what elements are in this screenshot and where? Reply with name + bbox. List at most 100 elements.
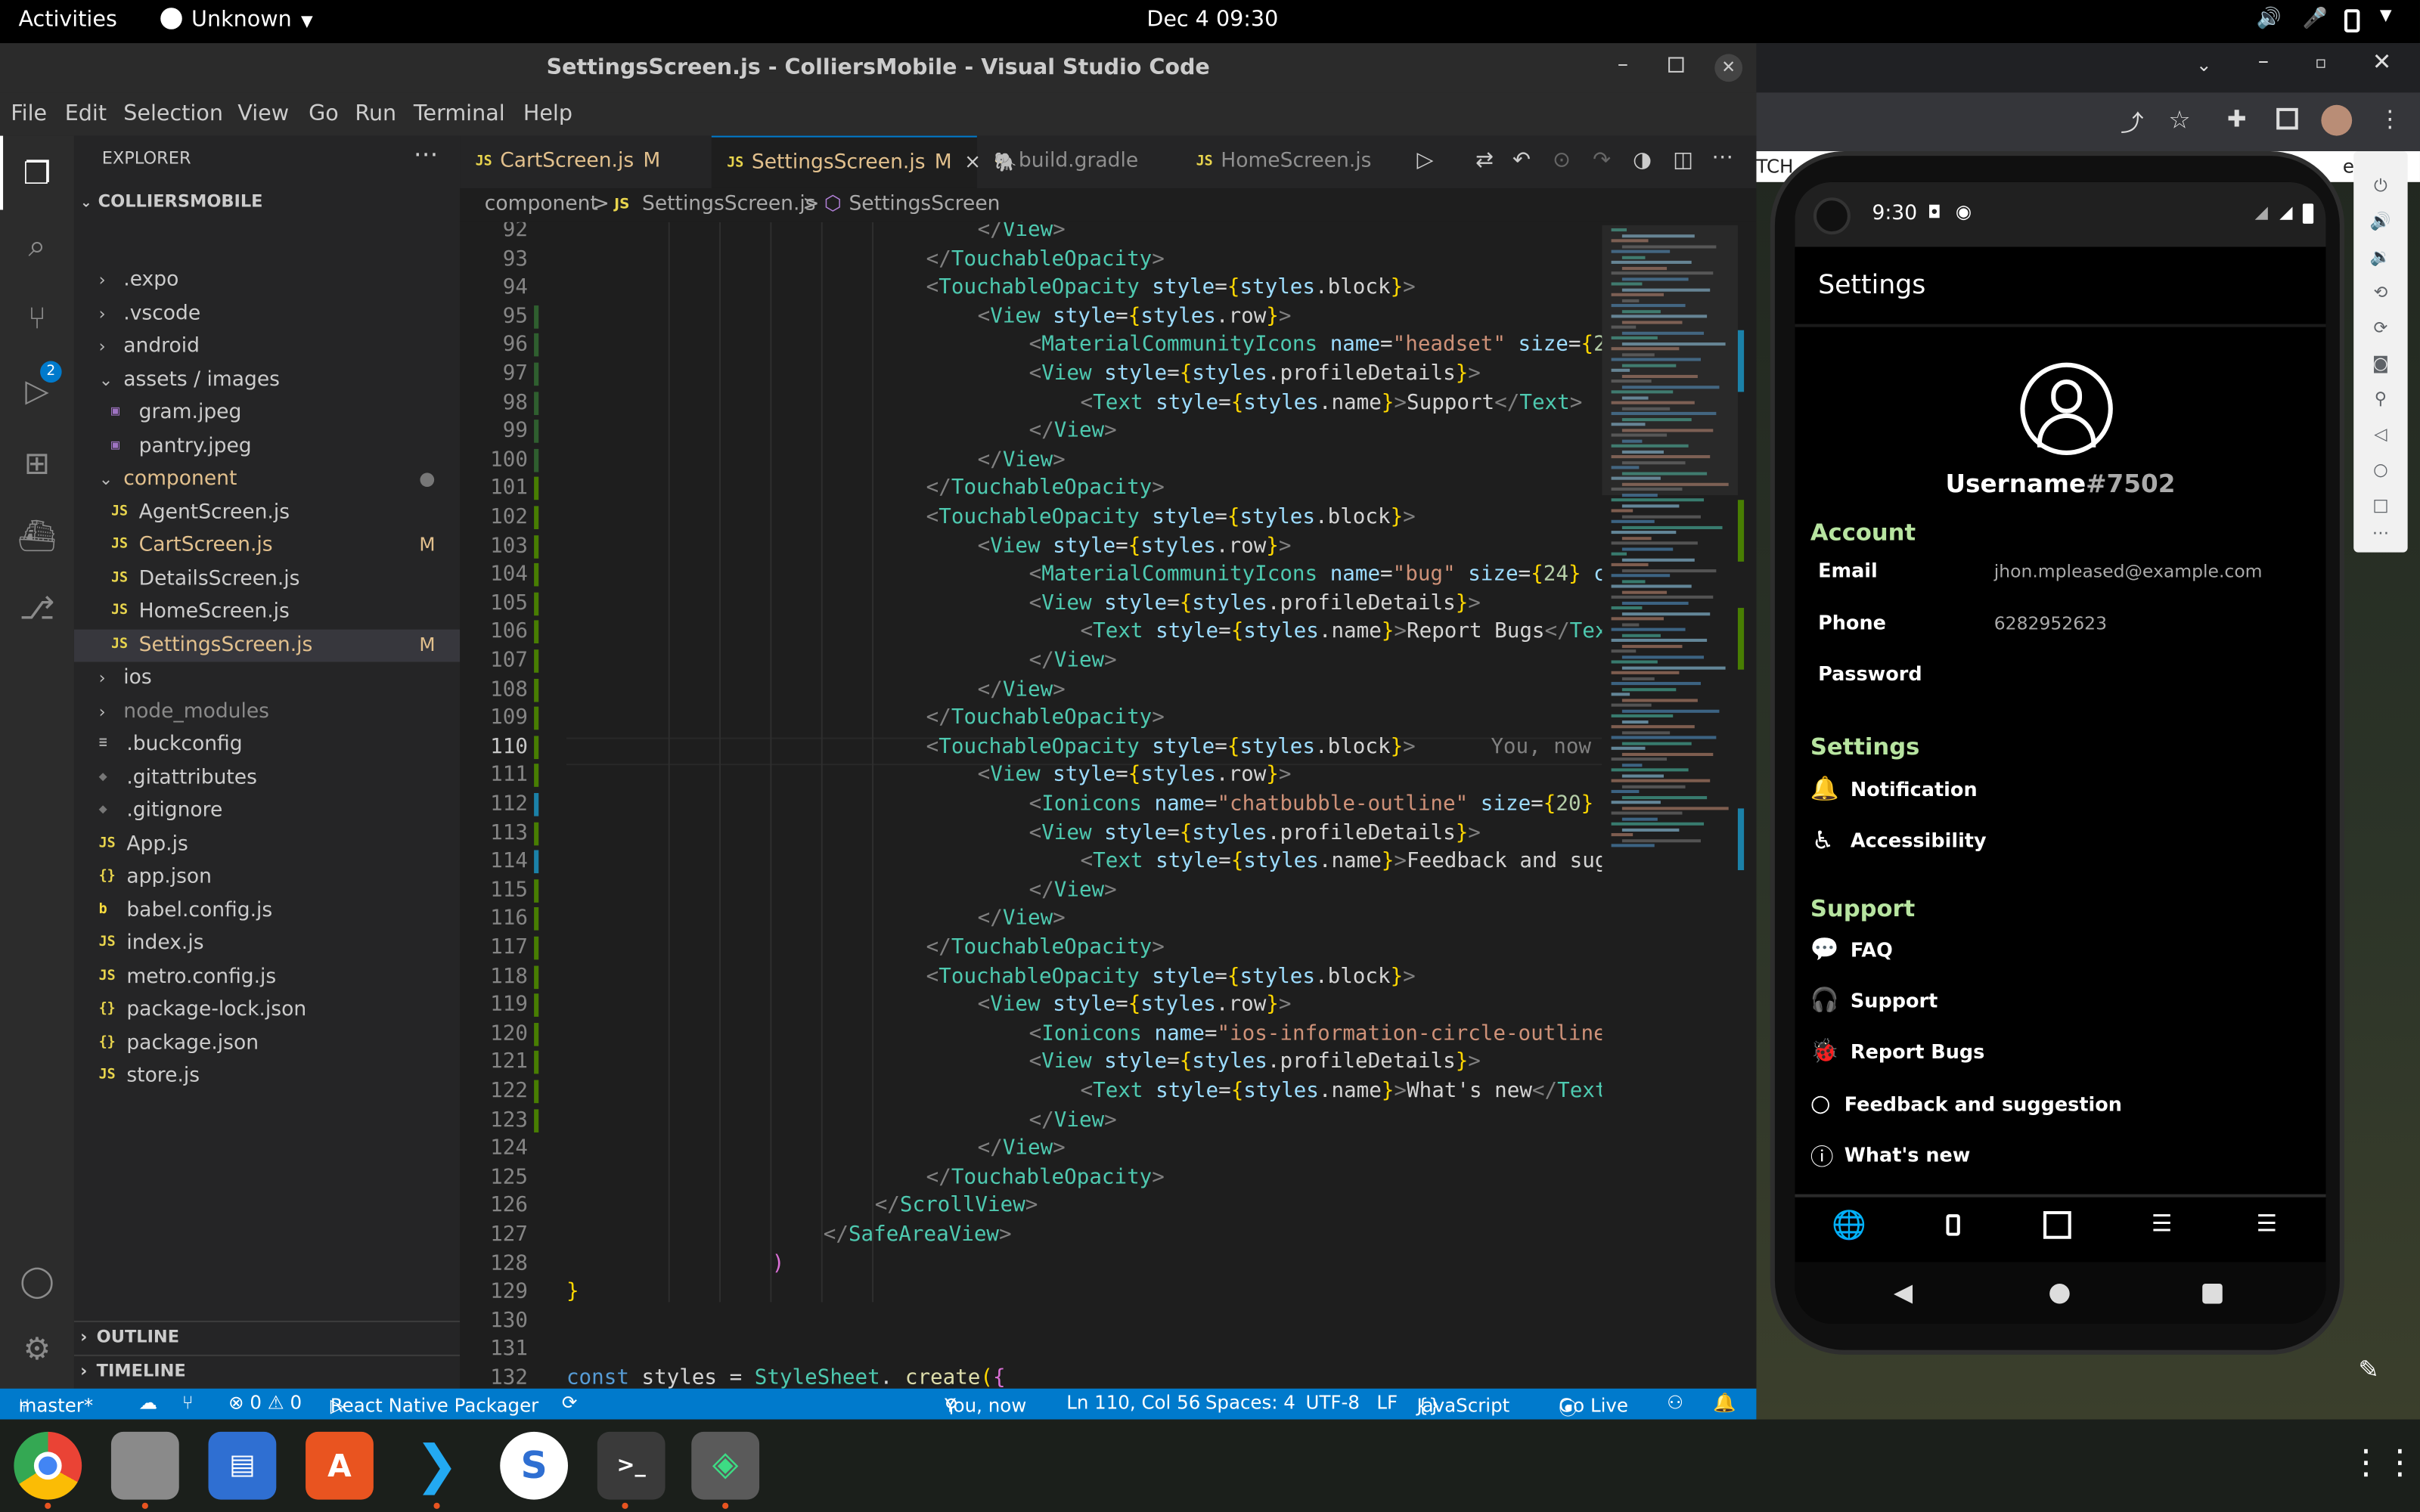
explorer-icon[interactable]: ❐ [15,151,58,194]
app-menu[interactable]: Unknown ▼ [160,8,313,33]
more-actions-icon[interactable]: ⋯ [1711,145,1733,170]
menu-view[interactable]: View [237,102,289,127]
tree-file[interactable]: b babel.config.js [74,894,460,927]
tree-folder[interactable]: › .expo [74,264,460,296]
restore-icon[interactable]: ▫ [2315,52,2326,73]
terminal-icon[interactable]: >_ [597,1431,666,1500]
fullscreen-icon[interactable] [2043,1211,2071,1239]
volume-down-icon[interactable]: 🔉 [2353,247,2407,268]
tree-file[interactable]: JS metro.config.js [74,960,460,993]
code-editor[interactable]: 92 </View> 93 </TouchableOpacity> 94 <Touchab… [460,222,1602,1389]
split-editor-icon[interactable]: ◫ [1673,148,1693,173]
software-center-icon[interactable]: A [306,1431,374,1500]
close-icon[interactable]: ✕ [2372,48,2392,76]
tree-folder[interactable]: › .vscode [74,297,460,330]
tree-folder[interactable]: ⌄ component ● [74,463,460,495]
minimize-icon[interactable]: – [2258,49,2269,74]
support-item-support[interactable]: 🎧 Support [1810,986,2304,1023]
minimap-viewport[interactable] [1602,225,1738,496]
tab-homescreen-js[interactable]: JS HomeScreen.js [1181,136,1381,188]
compare-changes-icon[interactable]: ⇄ [1475,148,1494,173]
tree-folder[interactable]: › android [74,330,460,363]
writer-icon[interactable]: ▤ [208,1431,277,1500]
feedback-icon[interactable]: ⚇ [1667,1392,1683,1414]
menu-go[interactable]: Go [309,102,339,127]
tree-file[interactable]: ◆ .gitattributes [74,761,460,794]
tree-file[interactable]: JS index.js [74,928,460,960]
tree-folder[interactable]: › ios [74,662,460,695]
tab-cartscreen-js[interactable]: JS CartScreen.js M [460,136,710,188]
menu-file[interactable]: File [11,102,47,127]
more-menu-icon[interactable]: ⋮ [2378,105,2402,133]
checklist-icon[interactable]: ☰ [2257,1210,2277,1238]
tree-file[interactable]: {} app.json [74,861,460,894]
home-icon[interactable]: ○ [2353,460,2407,480]
tab-settingsscreen-js[interactable]: JS SettingsScreen.js M × [711,135,981,188]
activities-button[interactable]: Activities [18,8,116,33]
show-apps-icon[interactable]: ⋮⋮ [2349,1444,2417,1483]
timeline-section[interactable]: › TIMELINE [80,1361,186,1381]
extensions-icon[interactable]: ⊞ [15,442,58,485]
overview-icon[interactable]: □ [2353,495,2407,516]
outline-section[interactable]: › OUTLINE [80,1327,179,1347]
home-icon[interactable] [2049,1283,2070,1304]
pencil-icon[interactable]: ✎ [2358,1355,2378,1384]
support-item-what-s-new[interactable]: ⓘ What's new [1810,1140,2304,1177]
breadcrumb-symbol[interactable]: SettingsScreen [849,188,1000,222]
side-panel-icon[interactable] [2276,107,2298,130]
project-header[interactable]: ⌄ COLLIERSMOBILE [80,191,262,212]
vscode-icon[interactable]: ❯ [403,1432,471,1500]
run-debug-icon[interactable]: ▷ [15,369,58,412]
tab-list-chevron-icon[interactable]: ⌄ [2196,54,2212,76]
timeline-icon[interactable]: ◑ [1633,148,1652,173]
maximize-icon[interactable] [1668,57,1684,73]
back-icon[interactable]: ◀ [1894,1278,1913,1307]
tree-file[interactable]: JS store.js [74,1060,460,1092]
battery-icon[interactable] [2344,9,2360,33]
tree-file[interactable]: JS SettingsScreen.js M [73,628,461,662]
tree-file[interactable]: JS AgentScreen.js [74,496,460,528]
rotate-right-icon[interactable]: ⟳ [2353,318,2407,338]
rotate-left-icon[interactable]: ⟲ [2353,282,2407,302]
simplenote-icon[interactable]: S [500,1431,569,1500]
sync-icon[interactable]: ☁ [139,1392,157,1414]
tree-folder[interactable]: ⌄ assets / images [74,364,460,396]
indentation[interactable]: Spaces: 4 [1205,1392,1295,1414]
menu-run[interactable]: Run [355,102,396,127]
support-item-feedback-and-suggestion[interactable]: ○ Feedback and suggestion [1810,1089,2304,1126]
share-icon[interactable]: ⤴ [2121,107,2144,139]
avatar[interactable] [2020,362,2113,456]
zoom-icon[interactable]: ⚲ [2353,389,2407,409]
menu-edit[interactable]: Edit [65,102,107,127]
system-menu-chevron-icon[interactable]: ▼ [2380,8,2392,24]
volume-icon[interactable]: 🔊 [2257,8,2282,31]
recents-icon[interactable] [2202,1283,2223,1304]
go-to-change-icon[interactable]: ⊙ [1553,148,1571,173]
device-icon[interactable] [1946,1214,1960,1236]
tab-build-gradle[interactable]: 🐘 build.gradle [979,136,1179,188]
checklist-icon[interactable]: ☰ [2152,1210,2172,1238]
tree-file[interactable]: JS DetailsScreen.js [74,562,460,595]
encoding[interactable]: UTF-8 [1306,1392,1360,1414]
minimap[interactable] [1602,222,1757,1389]
menu-help[interactable]: Help [523,102,572,127]
settings-item-accessibility[interactable]: ♿ Accessibility [1810,826,2304,863]
refresh-icon[interactable]: ⟳ [562,1392,578,1414]
line-ending[interactable]: LF [1376,1392,1398,1414]
bell-icon[interactable]: 🔔 [1713,1392,1736,1414]
tree-file[interactable]: ▣ pantry.jpeg [74,429,460,462]
account-field-password[interactable]: Password [1818,662,2312,696]
previous-change-icon[interactable]: ↶ [1512,148,1531,173]
chrome-icon[interactable] [14,1431,82,1500]
git-graph-icon[interactable]: ⑂ [182,1392,194,1414]
tree-folder[interactable]: › node_modules [74,695,460,727]
more-icon[interactable]: ⋯ [2353,523,2407,544]
close-icon[interactable]: ✕ [1714,54,1743,82]
breadcrumb-folder[interactable]: component [485,188,598,222]
support-item-faq[interactable]: 💬 FAQ [1810,935,2304,972]
tree-file[interactable]: {} package-lock.json [74,993,460,1026]
tree-file[interactable]: ≡ .buckconfig [74,728,460,761]
menu-selection[interactable]: Selection [123,102,223,127]
microphone-icon[interactable]: 🎤 [2303,8,2328,31]
run-icon[interactable]: ▷ [1416,148,1433,173]
